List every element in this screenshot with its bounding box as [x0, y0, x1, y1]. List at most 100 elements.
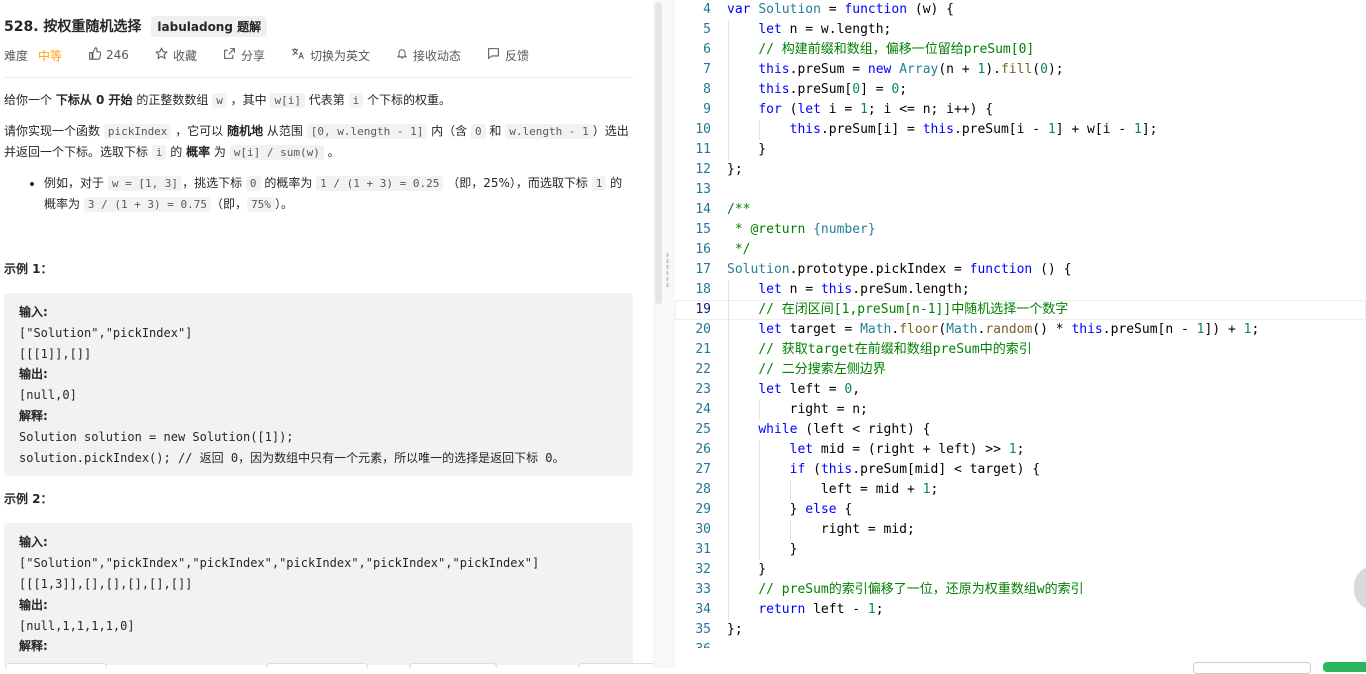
inline-code: w[i] / sum(w): [229, 145, 324, 160]
code-line[interactable]: 5 let n = w.length;: [675, 20, 1366, 40]
feedback-button[interactable]: 反馈: [487, 47, 529, 64]
toolbar-button[interactable]: [578, 663, 653, 668]
inline-code: 3 / (1 + 3) = 0.75: [83, 197, 212, 212]
example-input-line: ["Solution","pickIndex","pickIndex","pic…: [19, 556, 540, 571]
code-line[interactable]: 11 }: [675, 140, 1366, 160]
code-line[interactable]: 16 */: [675, 240, 1366, 260]
code-line[interactable]: 34 return left - 1;: [675, 600, 1366, 620]
code-text: right = n;: [727, 402, 868, 417]
example-input-label: 输入:: [19, 305, 48, 319]
code-text: // 获取target在前缀和数组preSum中的索引: [758, 342, 1032, 357]
toolbar-button[interactable]: [5, 663, 107, 668]
submit-button[interactable]: [1323, 662, 1366, 672]
code-line[interactable]: 33 // preSum的索引偏移了一位，还原为权重数组w的索引: [675, 580, 1366, 600]
code-line[interactable]: 8 this.preSum[0] = 0;: [675, 80, 1366, 100]
code-line[interactable]: 35};: [675, 620, 1366, 640]
favorite-button[interactable]: 收藏: [154, 46, 197, 64]
code-line[interactable]: 24 right = n;: [675, 400, 1366, 420]
code-line[interactable]: 4 var Solution = function (w) {: [675, 0, 1366, 20]
code-line[interactable]: 21 // 获取target在前缀和数组preSum中的索引: [675, 340, 1366, 360]
switch-language-button[interactable]: 切换为英文: [291, 47, 370, 64]
text: 的概率为: [260, 176, 317, 190]
solution-tag[interactable]: labuladong 题解: [151, 15, 268, 37]
line-number: 28: [695, 482, 711, 497]
example-explain-line: Solution solution = new Solution([1]);: [19, 429, 294, 444]
line-number: 20: [695, 322, 711, 337]
code-line[interactable]: 36: [675, 640, 1366, 648]
text: 给你一个: [4, 93, 56, 107]
code-line[interactable]: 7 this.preSum = new Array(n + 1).fill(0)…: [675, 60, 1366, 80]
code-text: let mid = (right + left) >> 1;: [789, 442, 1025, 457]
line-number: 17: [695, 262, 711, 277]
favorite-label: 收藏: [172, 48, 197, 63]
line-number: 34: [695, 602, 711, 617]
problem-title[interactable]: 528. 按权重随机选择: [4, 16, 141, 36]
like-button[interactable]: 246: [88, 47, 129, 63]
code-text: }: [727, 142, 767, 157]
code-line[interactable]: 12};: [675, 160, 1366, 180]
code-line[interactable]: 27 if (this.preSum[mid] < target) {: [675, 460, 1366, 480]
code-line[interactable]: 30 right = mid;: [675, 520, 1366, 540]
toolbar-button[interactable]: [266, 663, 368, 668]
panel-splitter[interactable]: [653, 0, 675, 668]
example-2-box: 输入: ["Solution","pickIndex","pickIndex",…: [4, 523, 633, 666]
code-line[interactable]: 28 left = mid + 1;: [675, 480, 1366, 500]
code-line[interactable]: 32 }: [675, 560, 1366, 580]
line-number: 32: [695, 562, 711, 577]
code-text: * @return {number}: [727, 222, 876, 237]
inline-code: 1: [591, 176, 607, 191]
code-line[interactable]: 31 }: [675, 540, 1366, 560]
share-button[interactable]: 分享: [223, 47, 265, 64]
inline-code: 0: [245, 176, 261, 191]
code-line[interactable]: 26 let mid = (right + left) >> 1;: [675, 440, 1366, 460]
code-line[interactable]: 20 let target = Math.floor(Math.random()…: [675, 320, 1366, 340]
inline-code: w[i]: [270, 93, 305, 108]
text: 请你实现一个函数: [4, 124, 104, 138]
line-number: 12: [695, 162, 711, 177]
drag-handle-icon[interactable]: [666, 252, 669, 288]
thumbs-up-icon: [88, 47, 102, 63]
feedback-icon: [487, 47, 500, 63]
code-line[interactable]: 25 while (left < right) {: [675, 420, 1366, 440]
code-line[interactable]: 13: [675, 180, 1366, 200]
code-line[interactable]: 19 // 在闭区间[1,preSum[n-1]]中随机选择一个数字: [675, 300, 1366, 320]
code-text: this.preSum = new Array(n + 1).fill(0);: [758, 62, 1064, 77]
code-text: return left - 1;: [758, 602, 884, 617]
code-text: };: [727, 162, 743, 177]
code-line[interactable]: 14 /**: [675, 200, 1366, 220]
code-line[interactable]: 15 * @return {number}: [675, 220, 1366, 240]
switch-language-label: 切换为英文: [309, 48, 370, 63]
code-line[interactable]: 10 this.preSum[i] = this.preSum[i - 1] +…: [675, 120, 1366, 140]
code-text: let n = w.length;: [758, 22, 892, 37]
code-text: // 构建前缀和数组，偏移一位留给preSum[0]: [758, 42, 1035, 57]
code-text: */: [727, 242, 751, 257]
text: 的: [166, 145, 187, 159]
inline-code: w: [212, 93, 227, 108]
code-line[interactable]: 22 // 二分搜索左侧边界: [675, 360, 1366, 380]
text: 例如，对于: [44, 176, 108, 190]
code-text: while (left < right) {: [758, 422, 931, 437]
code-line[interactable]: 9 for (let i = 1; i <= n; i++) {: [675, 100, 1366, 120]
line-number: 16: [695, 242, 711, 257]
line-number: 31: [695, 542, 711, 557]
code-editor[interactable]: 4 var Solution = function (w) {5 let n = …: [675, 0, 1366, 648]
code-line[interactable]: 29 } else {: [675, 500, 1366, 520]
code-line[interactable]: 17 Solution.prototype.pickIndex = functio…: [675, 260, 1366, 280]
toolbar-button[interactable]: [409, 663, 497, 668]
line-number: 9: [703, 102, 711, 117]
description-scrollbar[interactable]: [655, 2, 662, 304]
code-text: // preSum的索引偏移了一位，还原为权重数组w的索引: [758, 582, 1084, 597]
code-line[interactable]: 18 let n = this.preSum.length;: [675, 280, 1366, 300]
code-line[interactable]: 6 // 构建前缀和数组，偏移一位留给preSum[0]: [675, 40, 1366, 60]
code-text: // 在闭区间[1,preSum[n-1]]中随机选择一个数字: [758, 302, 1069, 317]
notify-button[interactable]: 接收动态: [396, 47, 461, 64]
run-button[interactable]: [1193, 662, 1311, 674]
notify-label: 接收动态: [412, 48, 461, 63]
text: ，挑选下标: [182, 176, 246, 190]
line-number: 33: [695, 582, 711, 597]
line-number: 7: [703, 62, 711, 77]
text: 代表第: [304, 93, 349, 107]
line-number: 26: [695, 442, 711, 457]
code-line[interactable]: 23 let left = 0,: [675, 380, 1366, 400]
code-text: let n = this.preSum.length;: [758, 282, 970, 297]
